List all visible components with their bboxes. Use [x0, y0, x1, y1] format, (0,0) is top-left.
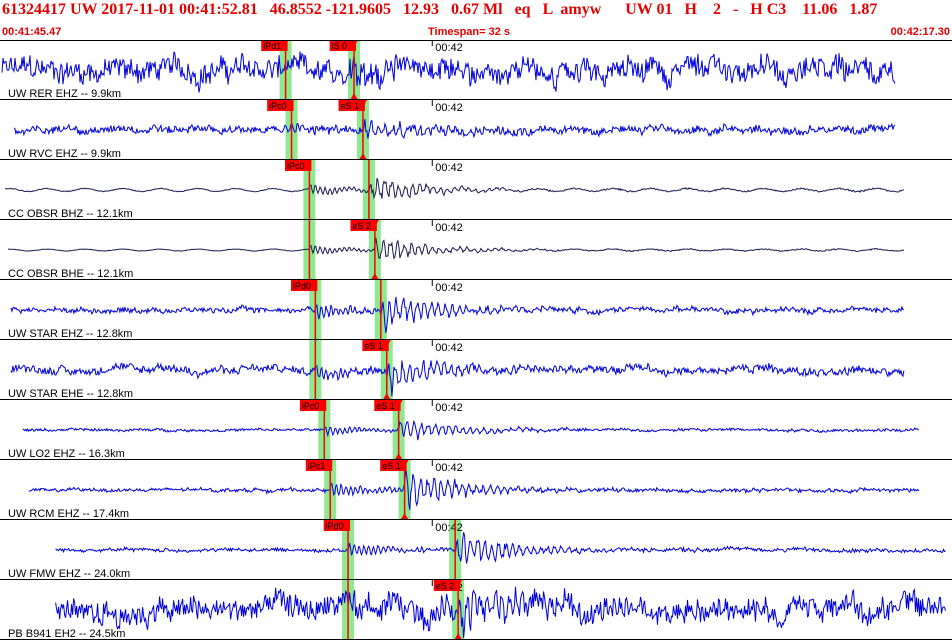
waveform: [4, 178, 905, 200]
minute-label: 00:42: [435, 42, 463, 54]
trace-row: 00:42 iPc1 eS 1 UW RCM EHZ -- 17.4km: [0, 460, 952, 520]
waveform: [10, 359, 905, 397]
waveform: [55, 532, 946, 564]
station-label: UW RVC EHZ -- 9.9km: [8, 148, 121, 160]
minute-label: 00:42: [435, 402, 463, 414]
station-label: UW STAR EHE -- 12.8km: [8, 388, 133, 400]
s-pick-label: eS 1: [341, 101, 360, 111]
trace-row: 00:42eS 2PB B941 EH2 -- 24.5km: [0, 580, 952, 640]
trace-row: 00:42 eS 1 UW STAR EHE -- 12.8km: [0, 340, 952, 400]
waveform: [1, 51, 896, 93]
waveform: [13, 118, 896, 140]
trace-row: 00:42 eS 2 CC OBSR BHE -- 12.1km: [0, 220, 952, 280]
start-time: 00:41:45.47: [2, 26, 62, 38]
p-pick-label: iPd0: [326, 521, 344, 531]
p-pick-label: iPd1: [263, 41, 281, 51]
trace-row: 00:42 iPc0 CC OBSR BHZ -- 12.1km: [0, 160, 952, 220]
s-pick-label: eS 1: [364, 341, 383, 351]
timespan-label: Timespan= 32 s: [428, 26, 511, 38]
trace-row: 00:42 iPc0 eS 1 UW RVC EHZ -- 9.9km: [0, 100, 952, 160]
waveform: [55, 586, 946, 639]
minute-label: 00:42: [435, 222, 463, 234]
station-label: UW LO2 EHZ -- 16.3km: [8, 448, 125, 460]
p-pick-label: iPc1: [308, 461, 326, 471]
trace-row: 00:42 iPc0 eS 1 UW LO2 EHZ -- 16.3km: [0, 400, 952, 460]
minute-label: 00:42: [435, 462, 463, 474]
s-pick-label: eS 1: [382, 461, 401, 471]
event-summary: 61324417 UW 2017-11-01 00:41:52.81 46.85…: [2, 1, 878, 18]
seismogram-panel: 00:42 iPd1 iS 0 UW RER EHZ -- 9.9km 00:42 iPc…: [0, 40, 952, 640]
p-pick-label: iPc0: [287, 161, 305, 171]
event-header: 61324417 UW 2017-11-01 00:41:52.81 46.85…: [0, 0, 952, 24]
station-label: UW RCM EHZ -- 17.4km: [8, 508, 129, 520]
station-label: UW FMW EHZ -- 24.0km: [8, 568, 130, 580]
station-label: UW STAR EHZ -- 12.8km: [8, 328, 132, 340]
waveform: [28, 468, 920, 510]
minute-label: 00:42: [435, 102, 463, 114]
p-pick-label: iPc0: [302, 401, 320, 411]
station-label: CC OBSR BHZ -- 12.1km: [8, 208, 133, 220]
s-pick-label: iS 0: [332, 41, 348, 51]
station-label: PB B941 EH2 -- 24.5km: [8, 628, 125, 640]
s-pick-label: eS 2: [352, 221, 371, 231]
minute-label: 00:42: [435, 342, 463, 354]
waveform: [22, 419, 920, 441]
p-pick-label: iPd0: [293, 281, 311, 291]
end-time: 00:42:17.30: [890, 26, 950, 38]
s-pick-label: eS 1: [376, 401, 395, 411]
minute-label: 00:42: [435, 162, 463, 174]
trace-row: 00:42 iPd1 iS 0 UW RER EHZ -- 9.9km: [0, 40, 952, 100]
trace-row: 00:42 iPd0 UW STAR EHZ -- 12.8km: [0, 280, 952, 340]
station-label: UW RER EHZ -- 9.9km: [8, 88, 121, 100]
s-pick-label: eS 2: [436, 581, 455, 591]
p-pick-label: iPc0: [269, 101, 287, 111]
station-label: CC OBSR BHE -- 12.1km: [8, 268, 133, 280]
minute-label: 00:42: [435, 522, 463, 534]
trace-row: 00:42 iPd0 UW FMW EHZ -- 24.0km: [0, 520, 952, 580]
waveform: [7, 237, 905, 260]
waveform: [10, 296, 904, 333]
minute-label: 00:42: [435, 282, 463, 294]
